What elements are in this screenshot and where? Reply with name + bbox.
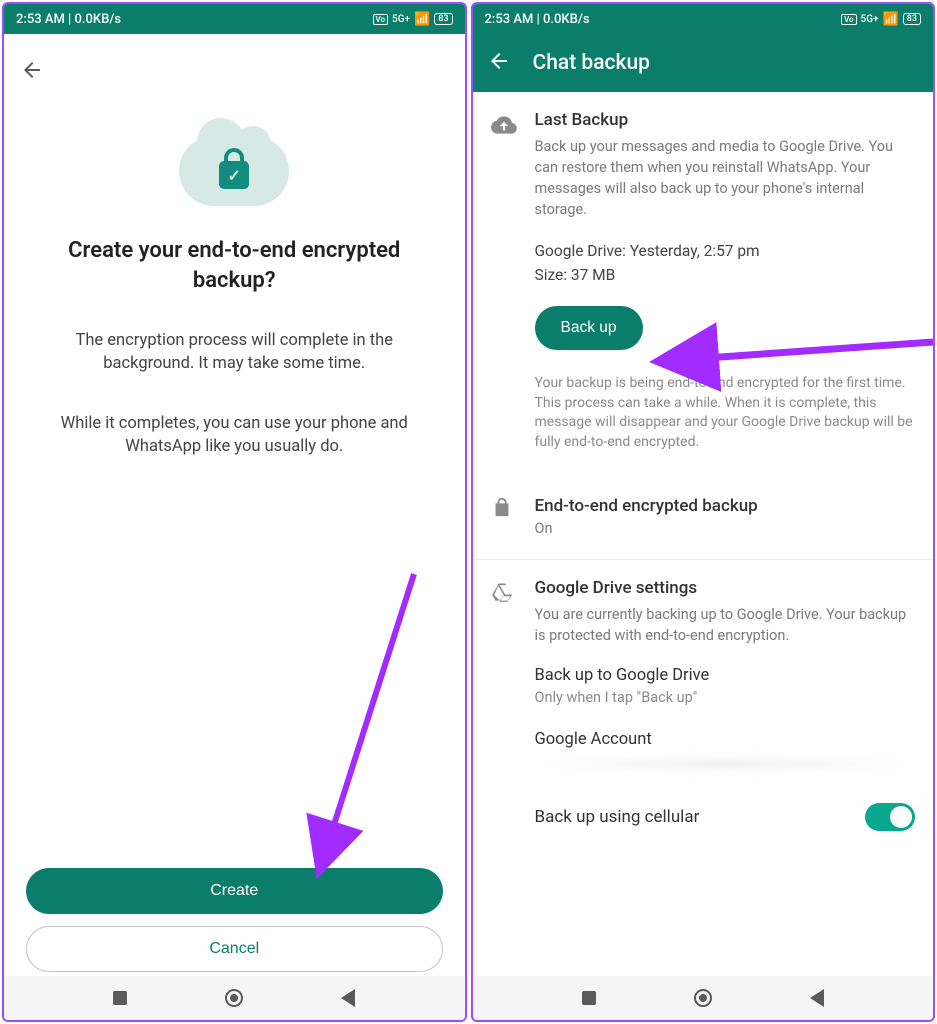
status-bar: 2:53 AM | 0.0KB/s Vo 5G+ 📶 83 xyxy=(473,4,934,34)
network-type: 5G+ xyxy=(861,14,879,25)
backup-button[interactable]: Back up xyxy=(535,306,643,350)
battery-indicator: 83 xyxy=(903,13,921,25)
cloud-upload-icon xyxy=(491,112,517,142)
google-drive-icon xyxy=(491,580,515,608)
phone-screen-left: 2:53 AM | 0.0KB/s Vo 5G+ 📶 83 ✓ Create y… xyxy=(2,2,467,1022)
back-arrow-icon[interactable] xyxy=(487,49,511,77)
backup-size: Size: 37 MB xyxy=(535,266,916,284)
cancel-button[interactable]: Cancel xyxy=(26,926,443,972)
backup-to-gdrive-sub: Only when I tap "Back up" xyxy=(535,689,916,706)
top-area xyxy=(4,34,465,86)
battery-indicator: 83 xyxy=(434,13,452,25)
row-backup-to-gdrive[interactable]: Back up to Google Drive Only when I tap … xyxy=(473,652,934,710)
nav-recent-icon[interactable] xyxy=(113,991,127,1005)
e2e-title: End-to-end encrypted backup xyxy=(535,496,916,516)
network-type: 5G+ xyxy=(392,14,410,25)
description-2: While it completes, you can use your pho… xyxy=(4,412,465,458)
row-google-account[interactable]: Google Account xyxy=(473,710,934,779)
status-right-cluster: Vo 5G+ 📶 83 xyxy=(373,12,453,27)
nav-back-icon[interactable] xyxy=(810,989,824,1007)
content-right: Last Backup Back up your messages and me… xyxy=(473,92,934,976)
app-bar: Chat backup xyxy=(473,34,934,92)
gdrive-settings-desc: You are currently backing up to Google D… xyxy=(535,604,916,646)
signal-icon: 📶 xyxy=(414,12,430,27)
page-title: Create your end-to-end encrypted backup? xyxy=(4,236,465,295)
section-e2e[interactable]: End-to-end encrypted backup On xyxy=(473,476,934,559)
app-bar-title: Chat backup xyxy=(533,51,650,75)
gdrive-timestamp: Google Drive: Yesterday, 2:57 pm xyxy=(535,242,916,260)
google-account-value-redacted xyxy=(535,753,916,775)
bottom-button-row: Create Cancel xyxy=(4,868,465,972)
annotation-arrow-create xyxy=(304,564,444,874)
section-last-backup: Last Backup Back up your messages and me… xyxy=(473,92,934,476)
encryption-note: Your backup is being end-to-end encrypte… xyxy=(535,374,916,452)
nav-home-icon[interactable] xyxy=(694,989,712,1007)
content-left: ✓ Create your end-to-end encrypted backu… xyxy=(4,34,465,976)
system-nav-bar xyxy=(4,976,465,1020)
gdrive-settings-title: Google Drive settings xyxy=(535,578,916,598)
phone-screen-right: 2:53 AM | 0.0KB/s Vo 5G+ 📶 83 Chat backu… xyxy=(471,2,936,1022)
backup-to-gdrive-title: Back up to Google Drive xyxy=(535,666,916,685)
status-bar: 2:53 AM | 0.0KB/s Vo 5G+ 📶 83 xyxy=(4,4,465,34)
row-backup-cellular[interactable]: Back up using cellular xyxy=(473,789,934,845)
description-1: The encryption process will complete in … xyxy=(4,329,465,375)
last-backup-desc: Back up your messages and media to Googl… xyxy=(535,136,916,220)
nav-home-icon[interactable] xyxy=(225,989,243,1007)
create-button[interactable]: Create xyxy=(26,868,443,914)
encrypted-cloud-illustration: ✓ xyxy=(179,126,289,206)
lock-icon xyxy=(491,496,513,522)
last-backup-title: Last Backup xyxy=(535,110,916,130)
section-gdrive-settings: Google Drive settings You are currently … xyxy=(473,559,934,652)
nav-back-icon[interactable] xyxy=(341,989,355,1007)
back-arrow-icon[interactable] xyxy=(20,67,44,86)
backup-cellular-label: Back up using cellular xyxy=(535,807,700,827)
nav-recent-icon[interactable] xyxy=(582,991,596,1005)
status-time-net: 2:53 AM | 0.0KB/s xyxy=(485,12,590,27)
signal-icon: 📶 xyxy=(883,12,899,27)
google-account-title: Google Account xyxy=(535,730,916,749)
check-icon: ✓ xyxy=(228,166,241,185)
vowifi-icon: Vo xyxy=(373,14,389,25)
status-right-cluster: Vo 5G+ 📶 83 xyxy=(841,12,921,27)
status-time-net: 2:53 AM | 0.0KB/s xyxy=(16,12,121,27)
cellular-toggle[interactable] xyxy=(865,803,915,831)
lock-icon: ✓ xyxy=(219,161,249,189)
system-nav-bar xyxy=(473,976,934,1020)
vowifi-icon: Vo xyxy=(841,14,857,25)
e2e-status: On xyxy=(535,518,916,539)
